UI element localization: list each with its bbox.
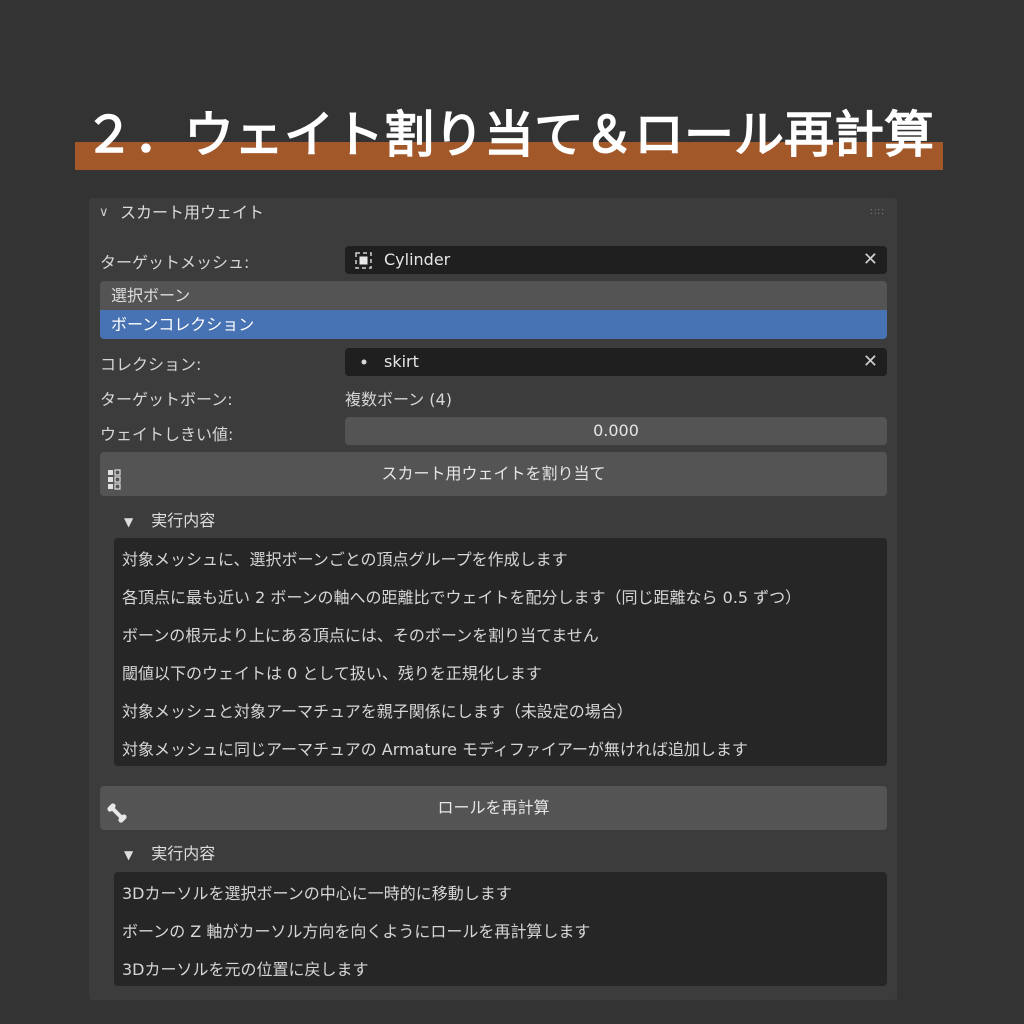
assign-details-title: 実行内容 (151, 511, 216, 530)
list-item: 各頂点に最も近い 2 ボーンの軸への距離比でウェイトを配分します（同じ距離なら … (122, 588, 802, 607)
roll-details-box: 3Dカーソルを選択ボーンの中心に一時的に移動します ボーンの Z 軸がカーソル方… (114, 872, 887, 986)
chevron-down-icon[interactable]: ∨ (99, 198, 109, 228)
assign-skirt-weight-button[interactable]: スカート用ウェイトを割り当て (100, 452, 887, 496)
dot-icon (353, 348, 375, 385)
vertex-groups-icon (106, 463, 128, 490)
list-item: ボーンの Z 軸がカーソル方向を向くようにロールを再計算します (122, 922, 591, 941)
list-item: 対象メッシュと対象アーマチュアを親子関係にします（未設定の場合） (122, 702, 633, 721)
target-bone-value: 複数ボーン (4) (345, 390, 452, 409)
drag-grip-icon[interactable]: ∷∷ (870, 198, 885, 228)
list-item: 3Dカーソルを元の位置に戻します (122, 960, 369, 979)
target-mesh-value: Cylinder (384, 250, 451, 269)
target-mesh-label: ターゲットメッシュ: (100, 253, 250, 272)
list-item: 対象メッシュに、選択ボーンごとの頂点グループを作成します (122, 550, 568, 569)
mode-option-selected-bones[interactable]: 選択ボーン (100, 281, 887, 310)
roll-button-label: ロールを再計算 (437, 798, 550, 817)
assign-details-box: 対象メッシュに、選択ボーンごとの頂点グループを作成します 各頂点に最も近い 2 … (114, 538, 887, 766)
weight-threshold-label: ウェイトしきい値: (100, 425, 234, 444)
triangle-down-icon: ▼ (124, 848, 134, 862)
triangle-down-icon: ▼ (124, 515, 134, 529)
page-title: ２．ウェイト割り当て＆ロール再計算 (84, 106, 934, 164)
list-item: 閾値以下のウェイトは 0 として扱い、残りを正規化します (122, 664, 542, 683)
target-bone-label: ターゲットボーン: (100, 390, 233, 409)
collection-label: コレクション: (100, 355, 202, 374)
panel-header[interactable]: ∨ スカート用ウェイト ∷∷ (89, 198, 897, 228)
assign-button-label: スカート用ウェイトを割り当て (381, 464, 606, 483)
mesh-object-icon (353, 246, 375, 283)
close-icon[interactable]: ✕ (863, 348, 878, 376)
mode-option-bone-collection[interactable]: ボーンコレクション (100, 310, 887, 339)
recalculate-roll-button[interactable]: ロールを再計算 (100, 786, 887, 830)
close-icon[interactable]: ✕ (863, 246, 878, 274)
roll-details-toggle[interactable]: ▼ 実行内容 (124, 840, 215, 864)
list-item: 対象メッシュに同じアーマチュアの Armature モディファイアーが無ければ追… (122, 740, 748, 759)
collection-value: skirt (384, 352, 419, 371)
panel-title: スカート用ウェイト (120, 203, 265, 222)
list-item: 3Dカーソルを選択ボーンの中心に一時的に移動します (122, 884, 512, 903)
assign-details-toggle[interactable]: ▼ 実行内容 (124, 507, 215, 531)
list-item: ボーンの根元より上にある頂点には、そのボーンを割り当てません (122, 626, 599, 645)
roll-details-title: 実行内容 (151, 844, 216, 863)
weight-threshold-input[interactable]: 0.000 (345, 417, 887, 445)
target-mesh-field[interactable]: Cylinder ✕ (345, 246, 887, 274)
collection-field[interactable]: skirt ✕ (345, 348, 887, 376)
bone-icon (106, 797, 128, 823)
